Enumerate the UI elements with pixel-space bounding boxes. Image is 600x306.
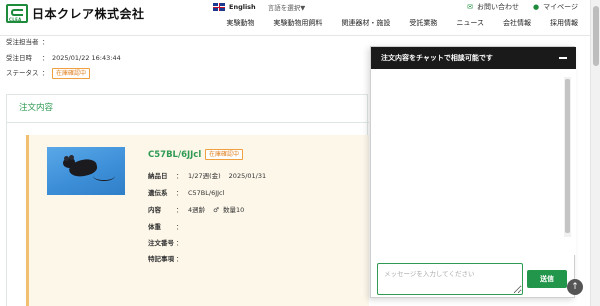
strain-row: 遺伝系： C57BL/6JJcl xyxy=(148,189,225,197)
chat-panel: 注文内容をチャットで相談可能です 送信 xyxy=(370,46,576,298)
nav-item-news[interactable]: ニュース xyxy=(456,18,484,28)
page-scroll-thumb[interactable] xyxy=(593,6,599,66)
chat-message-input[interactable] xyxy=(377,263,523,295)
handler-row: 受注担当者： xyxy=(6,38,49,46)
arrow-up-icon: ↑ xyxy=(571,282,579,292)
mail-icon: ✉ xyxy=(467,3,474,11)
site-header: CLEA 日本クレア株式会社 English 言語を選択▼ ✉ お問い合わせ ●… xyxy=(0,0,590,36)
nav-item-careers[interactable]: 採用情報 xyxy=(550,18,578,28)
strain-value: C57BL/6JJcl xyxy=(188,189,225,197)
delivery-row: 納品日： 1/27週(金) 2025/01/31 xyxy=(148,172,267,180)
male-icon: ♂ xyxy=(213,206,219,214)
order-number-label: 注文番号 xyxy=(148,239,174,247)
order-content-section: 注文内容 C57BL/6JJcl 在庫確認中 納品日： 1/27週(金) 2025/… xyxy=(6,94,369,306)
order-date-value: 2025/01/22 16:43:44 xyxy=(52,54,121,62)
status-row: ステータス：在庫確認中 xyxy=(6,67,91,79)
nav-item-company[interactable]: 会社情報 xyxy=(503,18,531,28)
section-title: 注文内容 xyxy=(19,103,54,113)
product-card: C57BL/6JJcl 在庫確認中 納品日： 1/27週(金) 2025/01/31… xyxy=(26,135,369,306)
language-english-link[interactable]: English xyxy=(229,3,256,11)
chat-header: 注文内容をチャットで相談可能です xyxy=(371,47,576,69)
chat-messages xyxy=(371,69,576,255)
utility-links: ✉ お問い合わせ ● マイページ xyxy=(453,2,578,12)
product-status-badge: 在庫確認中 xyxy=(205,149,244,160)
delivery-date: 2025/01/31 xyxy=(228,172,267,180)
mypage-link[interactable]: ● マイページ xyxy=(533,2,578,12)
chat-scrollbar[interactable] xyxy=(564,77,571,237)
status-badge: 在庫確認中 xyxy=(52,68,91,79)
scroll-to-top-button[interactable]: ↑ xyxy=(567,279,583,295)
language-switcher[interactable]: English 言語を選択▼ xyxy=(213,2,305,12)
contact-link[interactable]: ✉ お問い合わせ xyxy=(467,2,519,12)
notes-label: 特記事項 xyxy=(148,255,174,263)
content-age: 4週齢 xyxy=(188,206,206,214)
send-button[interactable]: 送信 xyxy=(527,270,567,288)
content-label: 内容 xyxy=(148,206,161,214)
clea-logo-mark: CLEA xyxy=(6,4,28,23)
contact-label: お問い合わせ xyxy=(477,3,520,11)
weight-row: 体重： xyxy=(148,223,183,231)
page-scrollbar[interactable] xyxy=(590,0,600,306)
status-label: ステータス xyxy=(6,69,39,77)
nav-item-feed[interactable]: 実験動物用飼料 xyxy=(273,18,322,28)
mouse-photo xyxy=(47,147,125,195)
content-row: 内容： 4週齢 ♂ 数量10 xyxy=(148,206,245,214)
user-icon: ● xyxy=(533,3,540,11)
main-nav: 実験動物 実験動物用飼料 関連器材・施設 受託業務 ニュース 会社情報 採用情報 xyxy=(207,18,578,28)
order-number-row: 注文番号： xyxy=(148,239,183,247)
brand-name: 日本クレア株式会社 xyxy=(32,7,145,21)
delivery-week: 1/27週(金) xyxy=(188,172,221,180)
content-qty: 数量10 xyxy=(222,206,245,214)
order-date-label: 受注日時 xyxy=(6,54,32,62)
nav-item-services[interactable]: 受託業務 xyxy=(409,18,437,28)
company-logo[interactable]: CLEA 日本クレア株式会社 xyxy=(6,4,145,23)
product-name-link[interactable]: C57BL/6JJcl xyxy=(148,150,201,160)
nav-item-animals[interactable]: 実験動物 xyxy=(226,18,254,28)
delivery-label: 納品日 xyxy=(148,172,168,180)
minimize-icon[interactable] xyxy=(559,57,567,59)
handler-label: 受注担当者 xyxy=(6,38,39,46)
chat-scroll-thumb[interactable] xyxy=(565,79,570,233)
mypage-label: マイページ xyxy=(543,3,578,11)
notes-row: 特記事項： xyxy=(148,255,183,263)
weight-label: 体重 xyxy=(148,223,161,231)
order-date-row: 受注日時： 2025/01/22 16:43:44 xyxy=(6,54,121,62)
divider xyxy=(7,122,369,123)
strain-label: 遺伝系 xyxy=(148,189,168,197)
chat-title: 注文内容をチャットで相談可能です xyxy=(381,54,493,62)
language-select[interactable]: 言語を選択▼ xyxy=(268,2,306,12)
uk-flag-icon xyxy=(213,3,225,11)
nav-item-equipment[interactable]: 関連器材・施設 xyxy=(341,18,390,28)
